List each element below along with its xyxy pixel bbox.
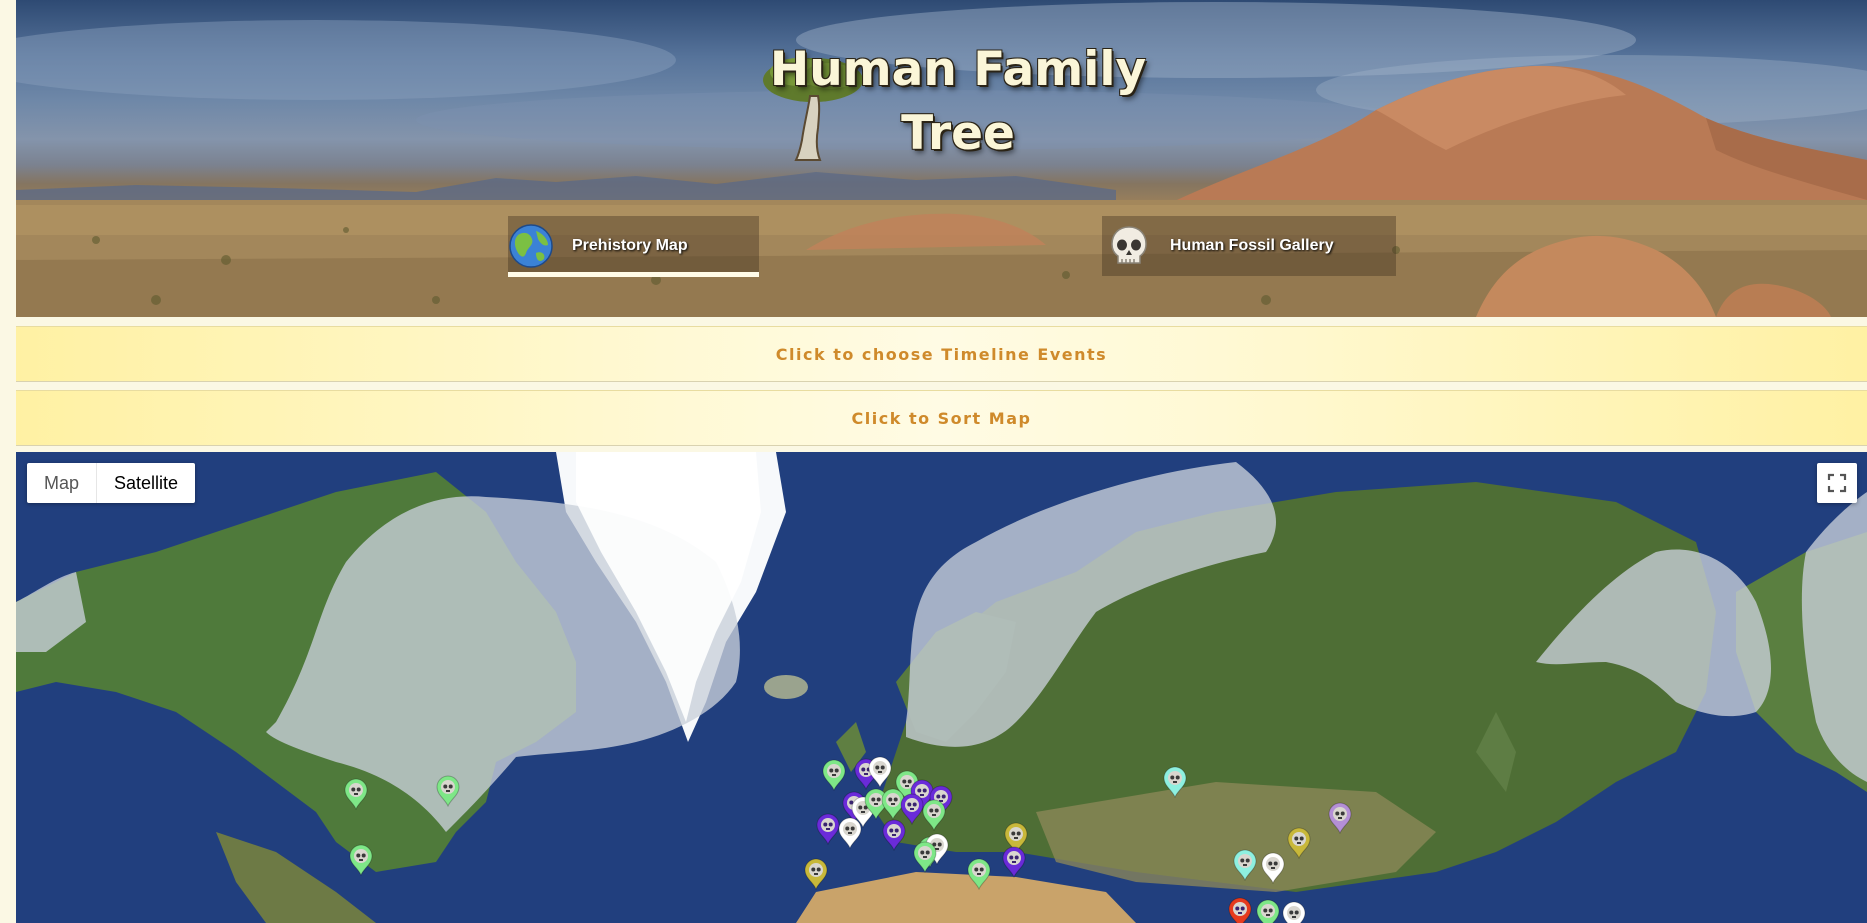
fossil-marker[interactable] (435, 775, 461, 808)
skull-marker-icon (838, 817, 862, 850)
fullscreen-icon (1827, 473, 1847, 493)
skull-marker-icon (913, 841, 937, 874)
fossil-marker[interactable] (1281, 901, 1307, 923)
fossil-marker[interactable] (821, 759, 847, 792)
skull-marker-icon (967, 858, 991, 891)
map-type-map-button[interactable]: Map (27, 463, 96, 503)
fossil-marker[interactable] (881, 819, 907, 852)
timeline-events-toggle[interactable]: Click to choose Timeline Events (16, 326, 1867, 382)
world-map[interactable]: Map Satellite (16, 452, 1867, 923)
fossil-marker[interactable] (1327, 802, 1353, 835)
skull-marker-icon (868, 756, 892, 789)
active-tab-indicator (508, 272, 759, 277)
fossil-marker[interactable] (343, 778, 369, 811)
fossil-marker[interactable] (921, 799, 947, 832)
skull-marker-icon (1228, 897, 1252, 923)
skull-marker-icon (1002, 846, 1026, 879)
skull-marker-icon (1256, 899, 1280, 923)
fossil-marker[interactable] (1286, 827, 1312, 860)
skull-marker-icon (349, 844, 373, 877)
map-type-control: Map Satellite (27, 463, 196, 503)
fossil-marker[interactable] (1001, 846, 1027, 879)
skull-marker-icon (344, 778, 368, 811)
skull-marker-icon (822, 759, 846, 792)
tab-prehistory-map-label: Prehistory Map (572, 237, 688, 254)
sort-map-toggle[interactable]: Click to Sort Map (16, 390, 1867, 446)
tab-prehistory-map[interactable]: Prehistory Map (508, 216, 759, 276)
fossil-marker[interactable] (837, 817, 863, 850)
fossil-marker[interactable] (1227, 897, 1253, 923)
skull-marker-icon (922, 799, 946, 832)
fossil-marker[interactable] (966, 858, 992, 891)
skull-marker-icon (804, 858, 828, 891)
fossil-marker[interactable] (867, 756, 893, 789)
skull-icon (1111, 226, 1147, 264)
skull-marker-icon (1287, 827, 1311, 860)
timeline-events-label: Click to choose Timeline Events (775, 344, 1108, 364)
tab-human-fossil-gallery-label: Human Fossil Gallery (1170, 237, 1334, 254)
skull-marker-icon (882, 819, 906, 852)
fossil-marker[interactable] (1260, 852, 1286, 885)
fossil-marker[interactable] (912, 841, 938, 874)
skull-marker-icon (436, 775, 460, 808)
globe-icon (509, 224, 553, 268)
header-banner: Human Family Tree (16, 0, 1867, 317)
fullscreen-button[interactable] (1817, 463, 1857, 503)
tab-human-fossil-gallery[interactable]: Human Fossil Gallery (1102, 216, 1396, 276)
fossil-marker[interactable] (1162, 766, 1188, 799)
skull-marker-icon (1163, 766, 1187, 799)
map-type-satellite-button[interactable]: Satellite (96, 463, 195, 503)
skull-marker-icon (1328, 802, 1352, 835)
skull-marker-icon (1282, 901, 1306, 923)
skull-marker-icon (1261, 852, 1285, 885)
fossil-marker[interactable] (1255, 899, 1281, 923)
skull-marker-icon (1233, 849, 1257, 882)
fossil-marker[interactable] (803, 858, 829, 891)
fossil-marker[interactable] (348, 844, 374, 877)
sort-map-label: Click to Sort Map (851, 408, 1032, 428)
fossil-marker[interactable] (1232, 849, 1258, 882)
site-title: Human Family Tree (769, 42, 1147, 161)
